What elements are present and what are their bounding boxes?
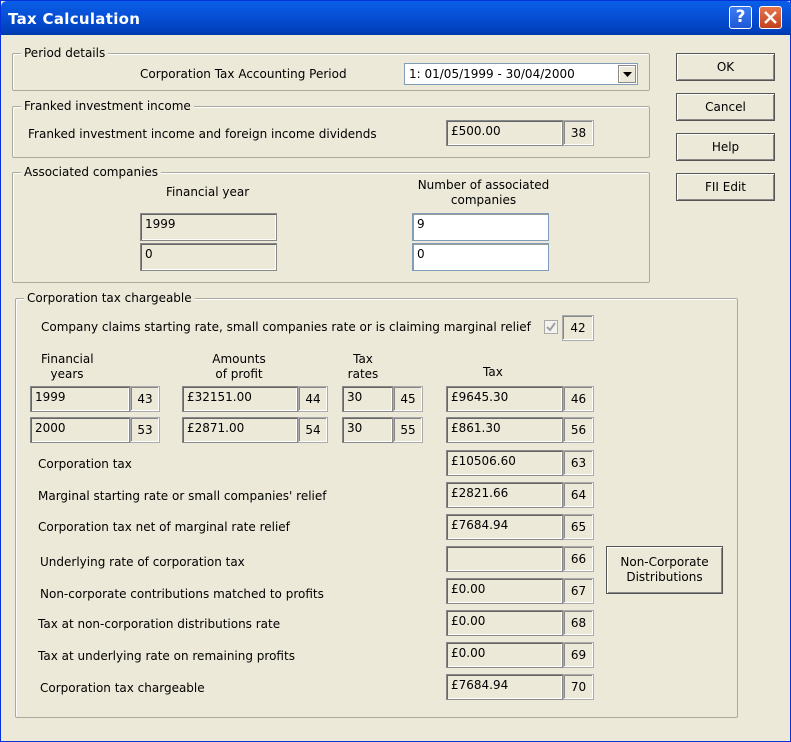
line-box-65: 65 (563, 514, 594, 540)
number-associated-header: Number of associated companies (417, 178, 550, 207)
line-label-70: Corporation tax chargeable (40, 681, 205, 695)
line-field-65: £7684.94 (446, 514, 563, 540)
title-bar[interactable]: Tax Calculation ? (1, 1, 791, 35)
rate-box-number-2: 55 (393, 417, 423, 443)
profit-field-1: £32151.00 (182, 386, 298, 412)
line-box-66: 66 (563, 546, 594, 572)
line-label-64: Marginal starting rate or small companie… (38, 489, 327, 503)
associated-year-field-1: 1999 (140, 213, 277, 241)
fii-edit-button[interactable]: FII Edit (676, 173, 775, 201)
line-label-66: Underlying rate of corporation tax (40, 555, 245, 569)
rate-field-2: 30 (342, 417, 393, 443)
chevron-down-icon (623, 72, 632, 77)
year-box-number-2: 53 (130, 417, 160, 443)
line-label-63: Corporation tax (38, 457, 132, 471)
line-box-69: 69 (563, 642, 594, 668)
profit-field-2: £2871.00 (182, 417, 298, 443)
accounting-period-value: 1: 01/05/1999 - 30/04/2000 (409, 67, 575, 81)
year-box-number-1: 43 (130, 386, 160, 412)
dropdown-arrow-button[interactable] (618, 65, 636, 83)
franked-income-box-number: 38 (563, 120, 594, 146)
tax-field-1: £9645.30 (446, 386, 563, 412)
profit-box-number-1: 44 (298, 386, 328, 412)
tax-box-number-2: 56 (563, 417, 594, 443)
line-field-69: £0.00 (446, 642, 563, 668)
line-label-65: Corporation tax net of marginal rate rel… (38, 520, 290, 534)
franked-income-field: £500.00 (446, 120, 563, 146)
financial-year-header: Financial year (166, 185, 250, 199)
line-label-69: Tax at underlying rate on remaining prof… (38, 649, 295, 663)
claims-box-number: 42 (562, 315, 594, 341)
checkmark-icon (546, 322, 556, 332)
associated-year-field-2: 0 (140, 243, 277, 271)
line-field-63: £10506.60 (446, 450, 563, 476)
claims-starting-rate-label: Company claims starting rate, small comp… (41, 320, 531, 334)
line-box-63: 63 (563, 450, 594, 476)
amounts-profit-header: Amounts of profit (212, 352, 266, 381)
franked-income-legend: Franked investment income (21, 99, 194, 113)
rate-box-number-1: 45 (393, 386, 423, 412)
close-icon (764, 11, 777, 24)
franked-income-label: Franked investment income and foreign in… (28, 127, 377, 141)
window-title: Tax Calculation (8, 10, 141, 28)
line-box-67: 67 (563, 578, 594, 604)
rate-field-1: 30 (342, 386, 393, 412)
line-box-70: 70 (563, 674, 594, 700)
line-box-68: 68 (563, 610, 594, 636)
help-title-button[interactable]: ? (729, 6, 752, 29)
line-field-67: £0.00 (446, 578, 563, 604)
non-corporate-button-label: Non-Corporate Distributions (620, 555, 709, 584)
line-label-67: Non-corporate contributions matched to p… (40, 587, 324, 601)
associated-companies-legend: Associated companies (21, 165, 162, 179)
accounting-period-label: Corporation Tax Accounting Period (140, 67, 347, 81)
line-box-64: 64 (563, 482, 594, 508)
claims-starting-rate-checkbox[interactable] (544, 320, 558, 334)
line-field-70: £7684.94 (446, 674, 563, 700)
tax-field-2: £861.30 (446, 417, 563, 443)
associated-number-field-1[interactable]: 9 (412, 213, 549, 241)
line-field-66 (446, 546, 563, 572)
close-button[interactable] (759, 6, 782, 29)
year-field-2: 2000 (30, 417, 130, 443)
cancel-button[interactable]: Cancel (676, 93, 775, 121)
associated-number-field-2[interactable]: 0 (412, 243, 549, 271)
tax-header: Tax (483, 365, 503, 379)
line-label-68: Tax at non-corporation distributions rat… (38, 617, 281, 631)
tax-rates-header: Tax rates (347, 352, 379, 381)
year-field-1: 1999 (30, 386, 130, 412)
ok-button[interactable]: OK (676, 53, 775, 81)
tax-calculation-window: Tax Calculation ? Period details Corpora… (0, 0, 791, 742)
financial-years-header: Financial years (41, 352, 94, 381)
corporation-tax-legend: Corporation tax chargeable (24, 291, 195, 305)
profit-box-number-2: 54 (298, 417, 328, 443)
help-button[interactable]: Help (676, 133, 775, 161)
non-corporate-distributions-button[interactable]: Non-Corporate Distributions (606, 546, 723, 594)
period-details-legend: Period details (21, 46, 109, 60)
tax-box-number-1: 46 (563, 386, 594, 412)
line-field-64: £2821.66 (446, 482, 563, 508)
accounting-period-select[interactable]: 1: 01/05/1999 - 30/04/2000 (404, 63, 638, 85)
line-field-68: £0.00 (446, 610, 563, 636)
question-icon: ? (735, 7, 746, 27)
